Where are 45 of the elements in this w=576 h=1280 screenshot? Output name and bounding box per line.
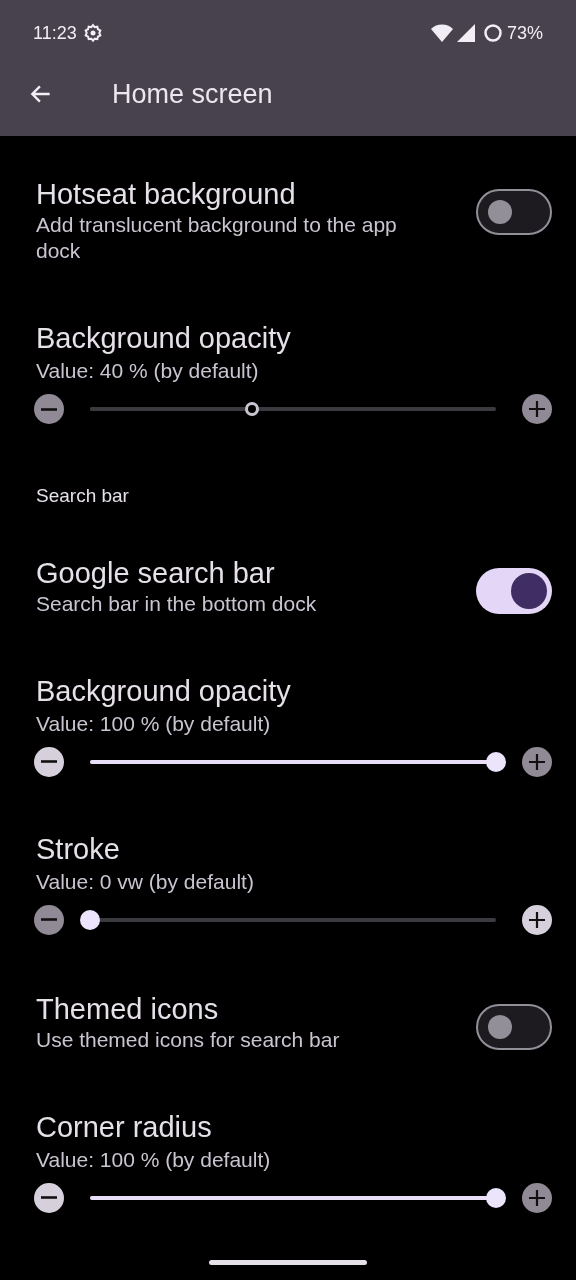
minus-icon (41, 1196, 57, 1199)
toggle-switch[interactable] (476, 567, 552, 614)
decrease-button[interactable] (34, 904, 64, 935)
gesture-handle[interactable] (209, 1260, 367, 1265)
toggle-switch[interactable] (476, 1003, 552, 1050)
gear-icon (82, 23, 103, 43)
battery-icon (482, 23, 503, 43)
slider-thumb[interactable] (486, 751, 506, 772)
setting-value: Value: 40 % (by default) (36, 358, 260, 384)
increase-button[interactable] (522, 1182, 552, 1213)
increase-button[interactable] (522, 394, 552, 424)
increase-button[interactable] (522, 746, 552, 777)
increase-button[interactable] (522, 904, 552, 935)
minus-icon (41, 918, 57, 921)
decrease-button[interactable] (34, 394, 64, 424)
signal-icon (456, 24, 475, 42)
plus-icon (529, 401, 545, 417)
setting-value: Value: 100 % (by default) (36, 1146, 272, 1173)
battery-percent: 73% (506, 21, 543, 45)
setting-title: Background opacity (36, 321, 292, 356)
setting-description: Use themed icons for search bar (36, 1026, 341, 1053)
slider-thumb[interactable] (486, 1187, 506, 1208)
setting-description: Search bar in the bottom dock (36, 590, 318, 617)
setting-title: Themed icons (36, 991, 220, 1027)
plus-icon (529, 1189, 545, 1206)
status-time: 11:23 (33, 21, 77, 45)
toggle-switch[interactable] (476, 189, 552, 235)
decrease-button[interactable] (34, 746, 64, 777)
setting-description: Add translucent background to the app dock (36, 212, 398, 264)
setting-title: Background opacity (36, 673, 292, 709)
setting-value: Value: 0 vw (by default) (36, 868, 255, 895)
minus-icon (41, 760, 57, 763)
screen-title: Home screen (112, 77, 273, 111)
decrease-button[interactable] (34, 1182, 64, 1213)
section-header: Search bar (36, 485, 129, 506)
setting-title: Corner radius (36, 1109, 213, 1145)
plus-icon (529, 911, 545, 928)
wifi-icon (430, 24, 453, 42)
setting-title: Stroke (36, 831, 121, 867)
slider-thumb[interactable] (80, 909, 100, 930)
minus-icon (41, 407, 57, 411)
plus-icon (529, 753, 545, 770)
setting-value: Value: 100 % (by default) (36, 710, 272, 737)
setting-title: Google search bar (36, 555, 276, 591)
setting-title: Hotseat background (36, 177, 297, 212)
